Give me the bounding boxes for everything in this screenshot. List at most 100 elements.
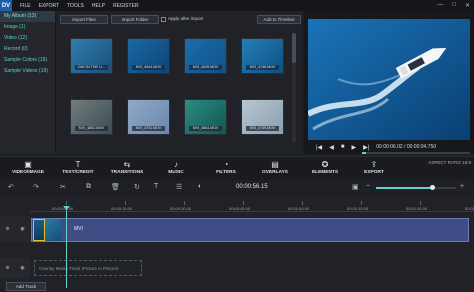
stop-icon[interactable]: ■ [341, 144, 345, 150]
transitions-icon: ⇆ [123, 160, 131, 169]
filters-icon: ◔ [223, 160, 229, 169]
play-icon[interactable]: ▶ [351, 144, 356, 151]
preview-progress-bar[interactable] [362, 152, 470, 154]
track-visible-icon[interactable]: ◉ [20, 226, 24, 232]
adjust-icon[interactable]: ☰ [176, 183, 182, 191]
ruler-tick-label: 00:01:15.00 [347, 206, 369, 211]
copy-icon[interactable]: ⧉ [86, 183, 91, 191]
fit-icon[interactable]: ▣ [352, 183, 359, 191]
ruler-tick [66, 201, 67, 205]
media-thumbnail[interactable]: MVI_4802.MOV [70, 99, 113, 135]
color-icon[interactable]: ◐ [198, 183, 202, 190]
tab-label: FILTERS [216, 170, 236, 175]
tab-export[interactable]: ⇪ EXPORT [346, 159, 402, 179]
close-icon[interactable]: ✕ [465, 2, 470, 9]
elements-icon: ✪ [321, 160, 329, 169]
rotate-icon[interactable]: ↻ [134, 183, 140, 191]
menu-help[interactable]: HELP [92, 3, 105, 9]
timeline-timecode: 00:00:56.15 [236, 184, 268, 190]
sidebar-item-sample-videos[interactable]: Sample Videos (19) [0, 66, 55, 77]
add-track-button[interactable]: Add Track [6, 282, 46, 291]
skip-forward-icon[interactable]: ▶| [363, 144, 369, 151]
video-clip[interactable]: MVI [31, 218, 469, 242]
ruler-tick-label: 00:00:00.00 [52, 206, 74, 211]
sidebar-item-my-album[interactable]: My Album (13) [0, 11, 55, 22]
scrollbar-thumb[interactable] [292, 33, 296, 63]
add-to-timeline-button[interactable]: Add to Timeline [257, 15, 301, 24]
window-controls: — □ ✕ [437, 2, 470, 9]
tab-label: TEXT/CREDIT [62, 170, 94, 175]
edit-toolbar: ↶ ↷ ✂ ⧉ 🗑 ↻ T ☰ ◐ 00:00:56.15 ▣ − + [0, 181, 474, 195]
media-thumbnail[interactable]: MVI_4746.MOV [241, 38, 284, 74]
media-thumbnail[interactable]: MVI_4044.MOV [127, 38, 170, 74]
menu-export[interactable]: EXPORT [39, 3, 59, 9]
sidebar-item-video[interactable]: Video (12) [0, 33, 55, 44]
tab-text-credit[interactable]: T TEXT/CREDIT [50, 159, 106, 179]
menu-tools[interactable]: TOOLS [67, 3, 84, 9]
media-thumbnail[interactable]: DAY IN THE LI... [70, 38, 113, 74]
zoom-out-icon[interactable]: − [366, 183, 370, 190]
import-files-button[interactable]: Import Files [60, 15, 108, 24]
zoom-slider[interactable] [376, 185, 456, 190]
clip-name: MVI [74, 226, 83, 232]
media-thumbnail[interactable]: MVI_4804.MOV [184, 99, 227, 135]
zoom-in-icon[interactable]: + [460, 183, 464, 190]
media-thumbnail[interactable]: MVI_4045.MOV [184, 38, 227, 74]
export-icon: ⇪ [370, 160, 378, 169]
tab-filters[interactable]: ◔ FILTERS [198, 159, 254, 179]
track-lock-icon[interactable]: ⊕ [5, 265, 9, 271]
ruler-tick-label: 00:01:45.00 [465, 206, 474, 211]
track-visible-icon[interactable]: ◉ [20, 265, 24, 271]
boat-preview-image [308, 19, 470, 140]
skip-back-icon[interactable]: |◀ [316, 144, 322, 151]
media-scrollbar[interactable] [292, 33, 296, 143]
zoom-slider-fill [376, 187, 432, 189]
tab-label: ELEMENTS [311, 170, 339, 175]
overlay-media-track[interactable]: Overlay Media Track (Picture in Picture) [34, 260, 142, 276]
redo-icon[interactable]: ↷ [33, 183, 39, 191]
import-folder-button[interactable]: Import Folder [111, 15, 159, 24]
sidebar-item-image[interactable]: Image (1) [0, 22, 55, 33]
playhead[interactable] [66, 208, 67, 288]
text-icon: T [75, 160, 81, 169]
tab-label: VIDEO/IMAGE [12, 170, 44, 175]
apply-after-import-checkbox[interactable] [161, 17, 166, 22]
tab-label: MUSIC [168, 170, 184, 175]
tool-tabs: ▣ VIDEO/IMAGE T TEXT/CREDIT ⇆ TRANSITIONS ♪… [0, 156, 474, 180]
thumbnail-caption: MVI_4746.MOV [246, 65, 279, 70]
tab-overlays[interactable]: ▤ OVERLAYS [247, 159, 303, 179]
media-thumbnail[interactable]: MVI_4749.MOV [241, 99, 284, 135]
zoom-slider-knob[interactable] [430, 185, 435, 190]
cut-icon[interactable]: ✂ [60, 183, 66, 191]
ruler-tick [125, 201, 126, 205]
tab-music[interactable]: ♪ MUSIC [148, 159, 204, 179]
tab-elements[interactable]: ✪ ELEMENTS [297, 159, 353, 179]
text-tool-icon[interactable]: T [154, 183, 158, 190]
tab-video-image[interactable]: ▣ VIDEO/IMAGE [0, 159, 56, 179]
media-thumbnail[interactable]: MVI_4751.MOV [127, 99, 170, 135]
music-icon: ♪ [174, 160, 178, 169]
album-sidebar: My Album (13) Image (1) Video (12) Recor… [0, 11, 56, 154]
sidebar-item-record[interactable]: Record (0) [0, 44, 55, 55]
undo-icon[interactable]: ↶ [8, 183, 14, 191]
track-lock-icon[interactable]: ⊕ [5, 226, 9, 232]
sidebar-item-sample-colors[interactable]: Sample Colors (19) [0, 55, 55, 66]
thumbnail-caption: MVI_4802.MOV [75, 126, 108, 131]
rewind-icon[interactable]: ◀ [329, 144, 334, 151]
thumbnail-caption: DAY IN THE LI... [75, 65, 108, 70]
menu-bar: DV FILE EXPORT TOOLS HELP REGISTER — □ ✕ [0, 0, 474, 11]
menu-register[interactable]: REGISTER [113, 3, 139, 9]
tab-transitions[interactable]: ⇆ TRANSITIONS [99, 159, 155, 179]
thumbnail-caption: MVI_4045.MOV [189, 65, 222, 70]
minimize-icon[interactable]: — [437, 2, 443, 9]
preview-video [308, 19, 470, 140]
thumbnail-caption: MVI_4044.MOV [132, 65, 165, 70]
video-track-header: ⊕ ◉ [0, 216, 30, 242]
aspect-ratio-selector[interactable]: ASPECT RATIO 16:9 [428, 160, 471, 165]
maximize-icon[interactable]: □ [452, 2, 456, 9]
preview-panel: |◀ ◀ ■ ▶ ▶| 00:00:06.02 / 00:00:04.750 [304, 11, 474, 154]
menu-file[interactable]: FILE [20, 3, 31, 9]
delete-icon[interactable]: 🗑 [111, 183, 120, 191]
time-ruler[interactable]: 00:00:00.00 00:00:15.00 00:00:30.00 00:00:4… [30, 200, 474, 212]
clip-thumbnail [45, 219, 61, 241]
